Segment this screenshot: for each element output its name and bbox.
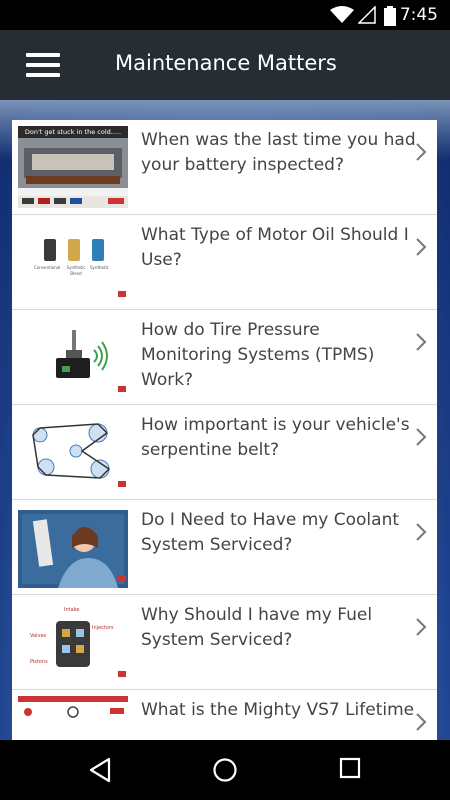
content-area[interactable]: Don't get stuck in the cold..... When wa… xyxy=(0,100,450,740)
chevron-right-icon xyxy=(416,143,427,161)
fuel-system-thumbnail: Intake Injectors Valves Pistons xyxy=(18,601,128,683)
chevron-right-icon xyxy=(416,618,427,636)
back-icon[interactable] xyxy=(88,757,112,783)
list-item-title: Do I Need to Have my Coolant System Serv… xyxy=(141,510,400,555)
list-item-title: What Type of Motor Oil Should I Use? xyxy=(141,225,409,270)
serpentine-belt-thumbnail xyxy=(18,411,128,493)
signal-icon xyxy=(358,6,376,24)
oil-label-conventional: Conventional xyxy=(34,265,61,270)
status-time: 7:45 xyxy=(399,5,438,25)
list-item[interactable]: How important is your vehicle's serpenti… xyxy=(12,405,437,500)
list-item[interactable]: Don't get stuck in the cold..... When wa… xyxy=(12,120,437,215)
chevron-right-icon xyxy=(416,333,427,351)
app-bar: Maintenance Matters xyxy=(0,30,450,100)
chevron-right-icon xyxy=(416,238,427,256)
fuel-label-pistons: Pistons xyxy=(30,659,48,665)
fuel-label-valves: Valves xyxy=(30,633,47,639)
navigation-bar xyxy=(0,740,450,800)
fuel-label-injectors: Injectors xyxy=(92,625,114,631)
motor-oil-thumbnail: Conventional Synthetic Blend Synthetic xyxy=(18,221,128,303)
hamburger-icon[interactable] xyxy=(26,53,60,77)
chevron-right-icon xyxy=(416,428,427,446)
chevron-right-icon xyxy=(416,713,427,731)
battery-icon xyxy=(384,6,396,26)
vs7-thumbnail xyxy=(18,696,128,740)
battery-thumbnail: Don't get stuck in the cold..... xyxy=(18,126,128,208)
list-item[interactable]: How do Tire Pressure Monitoring Systems … xyxy=(12,310,437,405)
list-item[interactable]: Conventional Synthetic Blend Synthetic W… xyxy=(12,215,437,310)
app-title: Maintenance Matters xyxy=(115,51,337,75)
oil-label-synthetic: Synthetic xyxy=(90,265,109,270)
list-item-title: Why Should I have my Fuel System Service… xyxy=(141,605,373,650)
tpms-thumbnail xyxy=(18,316,128,398)
list-item[interactable]: Do I Need to Have my Coolant System Serv… xyxy=(12,500,437,595)
status-bar: 7:45 xyxy=(0,0,450,30)
coolant-thumbnail xyxy=(18,506,128,588)
list-item-title: What is the Mighty VS7 Lifetime xyxy=(141,700,415,720)
list-item-title: How do Tire Pressure Monitoring Systems … xyxy=(141,320,375,390)
list-item[interactable]: Intake Injectors Valves Pistons Why Shou… xyxy=(12,595,437,690)
list-item[interactable]: What is the Mighty VS7 Lifetime xyxy=(12,690,437,740)
chevron-right-icon xyxy=(416,523,427,541)
fuel-label-intake: Intake xyxy=(64,607,80,613)
oil-label-blend: Synthetic Blend xyxy=(66,265,86,276)
list-item-title: When was the last time you had your batt… xyxy=(141,130,416,175)
home-icon[interactable] xyxy=(212,757,238,783)
list-item-title: How important is your vehicle's serpenti… xyxy=(141,415,410,460)
article-list: Don't get stuck in the cold..... When wa… xyxy=(12,120,437,740)
wifi-icon xyxy=(330,6,354,23)
recents-icon[interactable] xyxy=(339,757,361,779)
